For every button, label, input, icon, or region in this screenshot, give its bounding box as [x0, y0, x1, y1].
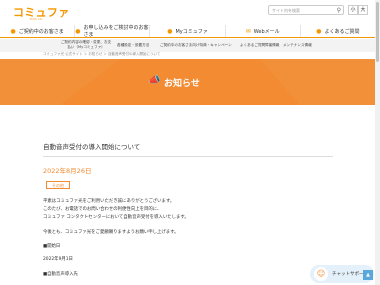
subnav-maintenance[interactable]: メンテナンス情報: [283, 43, 312, 48]
nav-faq[interactable]: ● よくあるご質問: [299, 25, 375, 37]
page-banner: 📣 お知らせ: [0, 59, 375, 105]
subnav-faq[interactable]: よくあるご質問: [240, 43, 265, 48]
subnav-contract-info[interactable]: ご契約内容の確認・変更、お支払い（Myコミュファ）: [60, 40, 112, 50]
logo-tagline: from ctc: [30, 17, 43, 21]
breadcrumb[interactable]: コミュファ光 公式サイト ＞ お知らせ ＞ 自動音声受付の導入開始について: [43, 52, 160, 57]
mail-icon: ✉: [245, 27, 251, 35]
nav-prospective-customers[interactable]: ● お申し込みをご検討中のお客さま: [74, 25, 149, 38]
scrollbar-thumb[interactable]: [376, 2, 379, 62]
user-plus-icon: ●: [75, 27, 81, 35]
subnav-outage[interactable]: 障害情報: [265, 43, 279, 48]
search-placeholder: サイト内を検索: [272, 8, 300, 13]
body-line-1: 平素はコミュファ光をご利用いただき誠にありがとうございます。: [43, 199, 175, 204]
user-icon: ●: [10, 27, 16, 35]
megaphone-icon: 📣: [148, 75, 161, 86]
nav-label: よくあるご質問: [324, 28, 360, 35]
nav-label: Myコミュファ: [175, 28, 208, 35]
article-date: 2022年8月26日: [43, 167, 92, 175]
font-size-small-button[interactable]: 小: [348, 5, 358, 15]
start-date-heading: ■開始日: [43, 244, 61, 249]
body-line-4: 今後とも、コミュファ光をご愛顧賜りますようお願い申し上げます。: [43, 230, 179, 235]
divider: [43, 156, 333, 157]
page-top-button[interactable]: ▲: [363, 270, 373, 280]
search-icon[interactable]: ⚲: [337, 7, 341, 15]
chatbot-icon: ☺: [314, 267, 328, 281]
start-date-value: 2022年9月1日: [43, 257, 73, 262]
nav-underline: [0, 37, 375, 38]
scrollbar[interactable]: [375, 0, 380, 285]
search-input[interactable]: サイト内を検索 ⚲: [268, 5, 344, 15]
subnav-settings[interactable]: 各種設定・設置方法: [117, 43, 149, 48]
nav-webmail[interactable]: ✉ Webメール: [224, 25, 300, 37]
global-nav: ● ご契約中のお客さま ● お申し込みをご検討中のお客さま ● Myコミュファ ✉ We…: [0, 25, 375, 38]
target-heading: ■自動音声導入先: [43, 272, 78, 277]
nav-label: Webメール: [253, 28, 280, 35]
body-line-2: このたび、お電話でのお問い合わせの利便性向上を目的に、: [43, 207, 162, 212]
category-badge: その他: [46, 181, 70, 189]
article-title: 自動音声受付の導入開始について: [43, 143, 141, 151]
subnav-campaigns[interactable]: ご契約中のお客さま向け特典・キャンペーン: [160, 43, 232, 48]
question-icon: ●: [316, 27, 322, 35]
body-line-3: コミュファ コンタクトセンターにおいて自動音声受付を導入いたします。: [43, 215, 189, 220]
nav-label: ご契約中のお客さま: [18, 28, 64, 35]
nav-label: お申し込みをご検討中のお客さま: [83, 25, 149, 38]
font-size-large-button[interactable]: 大: [358, 5, 368, 15]
page-title: お知らせ: [164, 79, 200, 89]
nav-contract-customers[interactable]: ● ご契約中のお客さま: [0, 25, 74, 37]
nav-my-commufa[interactable]: ● Myコミュファ: [149, 25, 224, 37]
person-icon: ●: [167, 27, 173, 35]
sub-nav: ご契約内容の確認・変更、お支払い（Myコミュファ） 各種設定・設置方法 ご契約中…: [0, 39, 375, 52]
